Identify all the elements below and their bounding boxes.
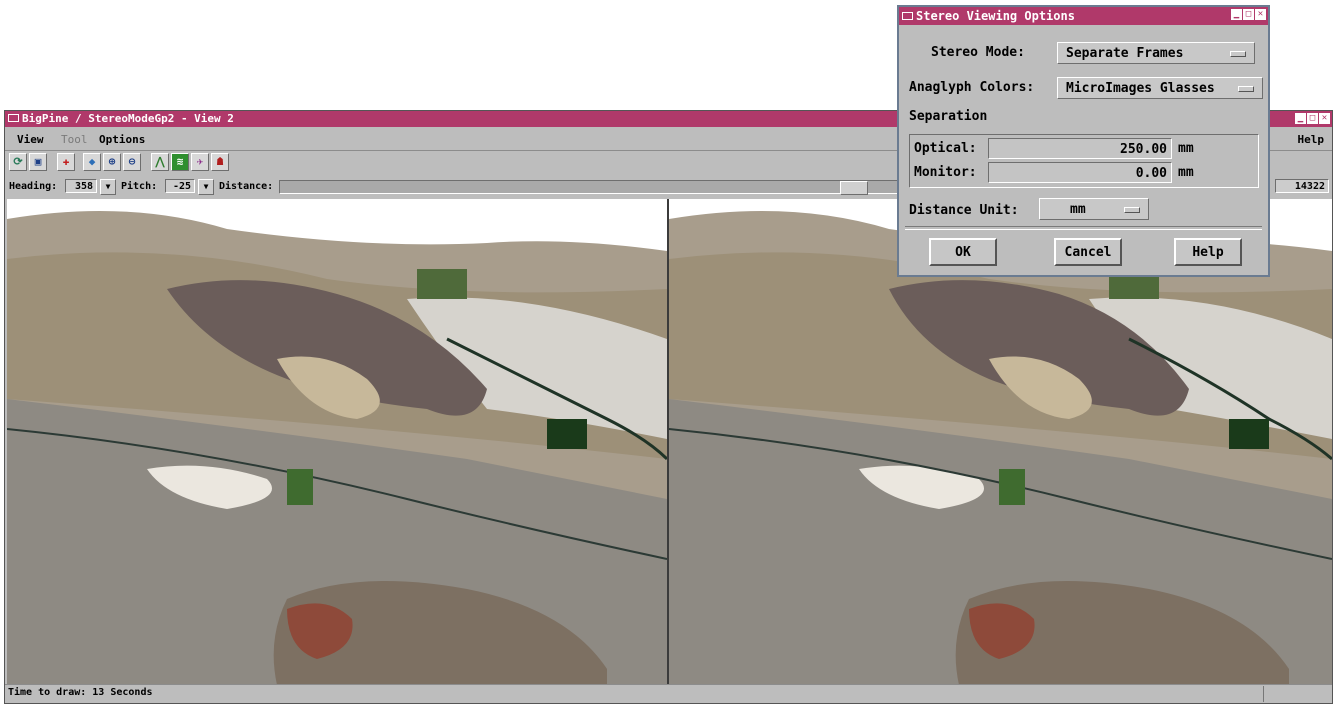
distance-unit-label: Distance Unit: xyxy=(909,203,1019,218)
terrain-icon[interactable]: ⋀ xyxy=(151,153,169,171)
distance-slider-thumb[interactable] xyxy=(840,181,868,195)
dialog-title: Stereo Viewing Options xyxy=(916,9,1075,23)
anaglyph-colors-value: MicroImages Glasses xyxy=(1066,81,1215,96)
dialog-titlebar[interactable]: Stereo Viewing Options ▁ □ ✕ xyxy=(899,7,1268,25)
optical-label: Optical: xyxy=(914,141,977,156)
toolbar: ⟳ ▣ ✚ ◆ ⊕ ⊖ ⋀ ≋ ✈ ☗ xyxy=(9,153,229,173)
pitch-dropdown-icon[interactable]: ▼ xyxy=(198,179,214,195)
status-bar: Time to draw: 13 Seconds xyxy=(5,684,1332,703)
optical-field[interactable]: 250.00 xyxy=(988,138,1172,159)
help-button[interactable]: Help xyxy=(1174,238,1242,266)
stereo-mode-label: Stereo Mode: xyxy=(931,45,1025,60)
stereo-icon[interactable]: ≋ xyxy=(171,153,189,171)
anaglyph-indicator-icon xyxy=(1238,86,1254,92)
stereo-mode-indicator-icon xyxy=(1230,51,1246,57)
monitor-field[interactable]: 0.00 xyxy=(988,162,1172,183)
full-view-icon[interactable]: ▣ xyxy=(29,153,47,171)
flyby-icon[interactable]: ✈ xyxy=(191,153,209,171)
stereo-mode-value: Separate Frames xyxy=(1066,46,1184,61)
heading-dropdown-icon[interactable]: ▼ xyxy=(100,179,116,195)
ok-button[interactable]: OK xyxy=(929,238,997,266)
anaglyph-colors-select[interactable]: MicroImages Glasses xyxy=(1057,77,1263,99)
menu-options[interactable]: Options xyxy=(99,133,145,146)
window-menu-icon[interactable] xyxy=(8,114,19,122)
stereo-options-dialog: Stereo Viewing Options ▁ □ ✕ Stereo Mode… xyxy=(897,5,1270,277)
pitch-field[interactable]: -25 xyxy=(165,179,195,193)
zoom-box-icon[interactable]: ◆ xyxy=(83,153,101,171)
dialog-menu-icon[interactable] xyxy=(902,11,913,20)
maximize-icon[interactable]: □ xyxy=(1307,113,1318,124)
zoom-in-icon[interactable]: ⊕ xyxy=(103,153,121,171)
menu-view[interactable]: View xyxy=(17,133,44,146)
minimize-icon[interactable]: ▁ xyxy=(1295,113,1306,124)
redraw-icon[interactable]: ⟳ xyxy=(9,153,27,171)
distance-unit-indicator-icon xyxy=(1124,207,1140,213)
stereo-mode-select[interactable]: Separate Frames xyxy=(1057,42,1255,64)
view-window-controls: ▁ □ ✕ xyxy=(1295,113,1330,124)
zoom-out-icon[interactable]: ⊖ xyxy=(123,153,141,171)
dialog-close-icon[interactable]: ✕ xyxy=(1255,9,1266,20)
dialog-divider xyxy=(905,226,1262,230)
status-divider xyxy=(1263,686,1264,702)
distance-unit-value: mm xyxy=(1070,202,1086,217)
view-window-title: BigPine / StereoModeGp2 - View 2 xyxy=(22,112,234,125)
stereo-left-view[interactable] xyxy=(7,199,667,685)
anaglyph-colors-label: Anaglyph Colors: xyxy=(909,80,1035,95)
separation-group: Optical: 250.00 mm Monitor: 0.00 mm xyxy=(909,134,1259,188)
close-icon[interactable]: ✕ xyxy=(1319,113,1330,124)
heading-field[interactable]: 358 xyxy=(65,179,97,193)
monitor-unit: mm xyxy=(1178,165,1194,180)
cancel-button[interactable]: Cancel xyxy=(1054,238,1122,266)
monitor-label: Monitor: xyxy=(914,165,977,180)
optical-unit: mm xyxy=(1178,141,1194,156)
heading-label: Heading: xyxy=(9,181,58,192)
dialog-window-controls: ▁ □ ✕ xyxy=(1231,9,1266,20)
distance-unit-select[interactable]: mm xyxy=(1039,198,1149,220)
menu-tool[interactable]: Tool xyxy=(61,133,88,146)
distance-field[interactable]: 14322 xyxy=(1275,179,1329,193)
separation-label: Separation xyxy=(909,109,988,124)
pitch-label: Pitch: xyxy=(121,181,158,192)
dialog-minimize-icon[interactable]: ▁ xyxy=(1231,9,1242,20)
terrain-image-left xyxy=(7,199,667,685)
menu-help[interactable]: Help xyxy=(1298,133,1325,146)
pan-icon[interactable]: ✚ xyxy=(57,153,75,171)
distance-label: Distance: xyxy=(219,181,274,192)
status-text: Time to draw: 13 Seconds xyxy=(8,687,153,698)
camera-icon[interactable]: ☗ xyxy=(211,153,229,171)
dialog-maximize-icon[interactable]: □ xyxy=(1243,9,1254,20)
